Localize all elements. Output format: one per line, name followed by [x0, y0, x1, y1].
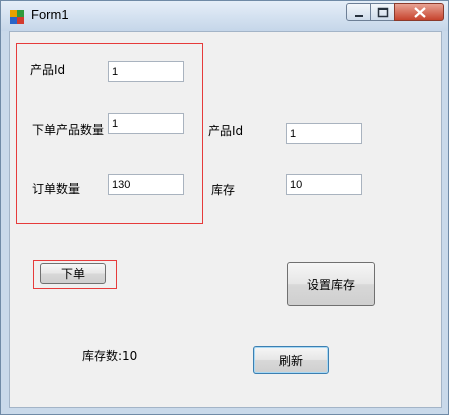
maximize-icon	[377, 7, 389, 18]
order-qty-input[interactable]	[108, 174, 184, 195]
order-product-qty-input[interactable]	[108, 113, 184, 134]
stock-input[interactable]	[286, 174, 362, 195]
stock-product-id-label: 产品Id	[208, 124, 244, 138]
form-icon	[10, 9, 24, 24]
refresh-button[interactable]: 刷新	[253, 346, 329, 374]
stock-product-id-input[interactable]	[286, 123, 362, 144]
form-client-area: 产品Id 下单产品数量 订单数量 产品Id 库存 下单 设置库存 库存数:10 …	[9, 31, 442, 408]
set-stock-button[interactable]: 设置库存	[287, 262, 375, 306]
order-product-id-label: 产品Id	[30, 63, 66, 77]
minimize-icon	[355, 15, 363, 17]
order-qty-label: 订单数量	[32, 182, 81, 196]
close-button[interactable]	[394, 3, 444, 21]
close-icon	[414, 7, 426, 18]
app-window: Form1 产品Id 下单产品数量 订单数量 产品Id 库存 下单 设置库存 库…	[0, 0, 449, 415]
stock-count-text: 库存数:10	[82, 349, 138, 363]
place-order-button[interactable]: 下单	[40, 263, 106, 284]
title-bar[interactable]: Form1	[1, 1, 448, 31]
minimize-button[interactable]	[346, 3, 371, 21]
stock-label: 库存	[211, 183, 236, 197]
order-product-qty-label: 下单产品数量	[32, 123, 105, 137]
maximize-button[interactable]	[370, 3, 395, 21]
order-product-id-input[interactable]	[108, 61, 184, 82]
window-title: Form1	[31, 7, 69, 22]
